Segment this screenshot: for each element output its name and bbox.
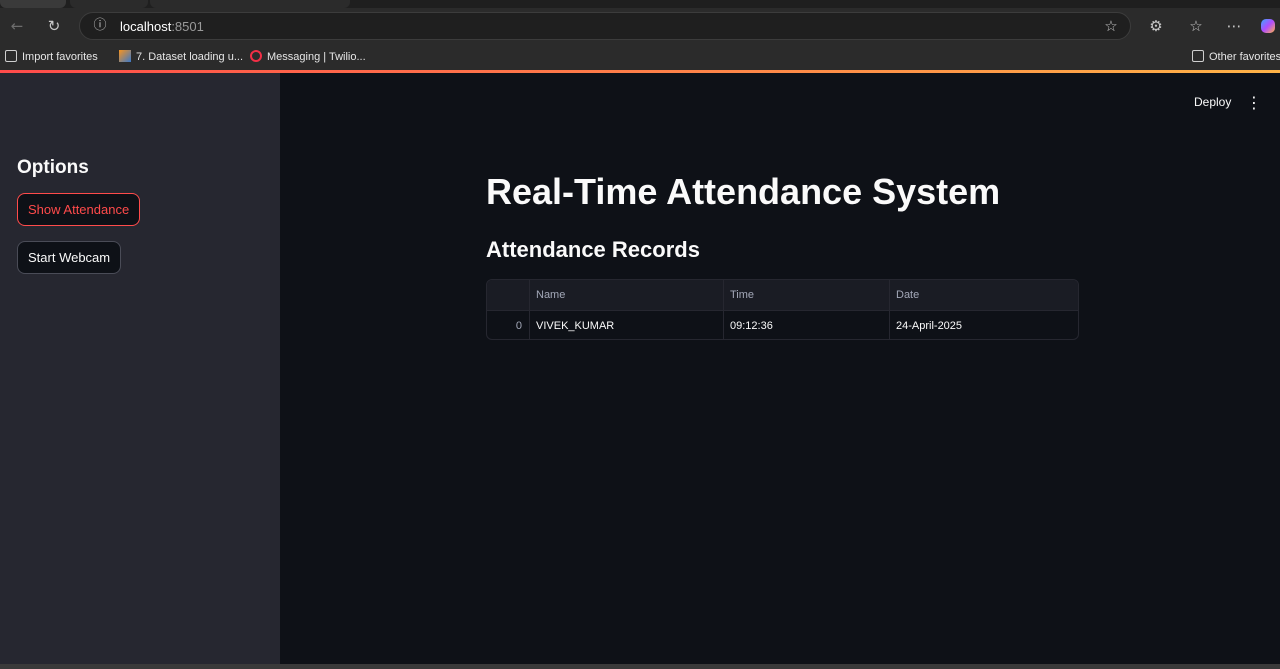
bookmark-label: Messaging | Twilio... bbox=[267, 51, 366, 63]
copilot-icon[interactable] bbox=[1259, 17, 1277, 35]
button-label: Start Webcam bbox=[28, 250, 111, 265]
bookmark-label: Import favorites bbox=[22, 51, 98, 63]
address-bar[interactable]: ⓘ localhost:8501 ☆ bbox=[79, 12, 1131, 40]
main-menu-icon[interactable]: ⋮ bbox=[1246, 93, 1262, 112]
window-bottom-edge bbox=[0, 664, 1280, 669]
browser-tab[interactable] bbox=[70, 0, 148, 8]
bookmark-dataset-loading[interactable]: 7. Dataset loading u... bbox=[119, 50, 243, 63]
info-icon[interactable]: ⓘ bbox=[91, 17, 109, 35]
cell-date[interactable]: 24-April-2025 bbox=[889, 310, 1078, 339]
extensions-icon[interactable]: ⚙ bbox=[1147, 17, 1165, 35]
folder-icon bbox=[1192, 50, 1204, 62]
column-header-name[interactable]: Name bbox=[529, 280, 723, 310]
sidebar: Options Show Attendance Start Webcam bbox=[0, 73, 280, 664]
column-header-date[interactable]: Date bbox=[889, 280, 1078, 310]
browser-tab-strip bbox=[0, 0, 1280, 8]
page-title: Real-Time Attendance System bbox=[486, 171, 1001, 212]
twilio-icon bbox=[250, 50, 262, 62]
favorites-icon[interactable]: ☆ bbox=[1187, 17, 1205, 35]
column-header-time[interactable]: Time bbox=[723, 280, 889, 310]
button-label: Show Attendance bbox=[28, 202, 130, 217]
attendance-table[interactable]: Name Time Date 0 VIVEK_KUMAR 09:12:36 24… bbox=[486, 279, 1079, 340]
column-divider bbox=[889, 280, 890, 339]
sidebar-title: Options bbox=[17, 157, 89, 178]
bookmark-label: 7. Dataset loading u... bbox=[136, 51, 244, 63]
bookmark-twilio[interactable]: Messaging | Twilio... bbox=[250, 50, 366, 63]
column-divider bbox=[529, 280, 530, 339]
show-attendance-button[interactable]: Show Attendance bbox=[17, 193, 141, 226]
bookmark-import-favorites[interactable]: Import favorites bbox=[5, 50, 98, 63]
more-icon[interactable]: ⋯ bbox=[1225, 17, 1243, 35]
bookmark-other-favorites[interactable]: Other favorites bbox=[1192, 50, 1280, 63]
section-title: Attendance Records bbox=[486, 237, 700, 262]
jupyter-icon bbox=[119, 50, 131, 62]
url-text[interactable]: localhost:8501 bbox=[120, 19, 204, 34]
star-icon[interactable]: ☆ bbox=[1102, 17, 1120, 35]
import-icon bbox=[5, 50, 17, 62]
browser-tab[interactable] bbox=[0, 0, 66, 8]
bookmarks-bar: Import favorites 7. Dataset loading u...… bbox=[0, 44, 1280, 70]
start-webcam-button[interactable]: Start Webcam bbox=[17, 241, 122, 274]
cell-time[interactable]: 09:12:36 bbox=[723, 310, 889, 339]
column-divider bbox=[723, 280, 724, 339]
browser-tab[interactable] bbox=[150, 0, 350, 8]
bookmark-label: Other favorites bbox=[1209, 51, 1280, 63]
column-header-index bbox=[487, 280, 529, 310]
deploy-button[interactable]: Deploy bbox=[1194, 95, 1231, 109]
row-index: 0 bbox=[487, 310, 529, 339]
refresh-icon[interactable]: ↻ bbox=[45, 17, 63, 35]
browser-toolbar: ← ↻ ⓘ localhost:8501 ☆ ⚙ ☆ ⋯ bbox=[0, 8, 1280, 44]
main-content: Deploy ⋮ Real-Time Attendance System Att… bbox=[280, 73, 1280, 664]
cell-name[interactable]: VIVEK_KUMAR bbox=[529, 310, 723, 339]
arrow-left-icon[interactable]: ← bbox=[8, 17, 26, 35]
